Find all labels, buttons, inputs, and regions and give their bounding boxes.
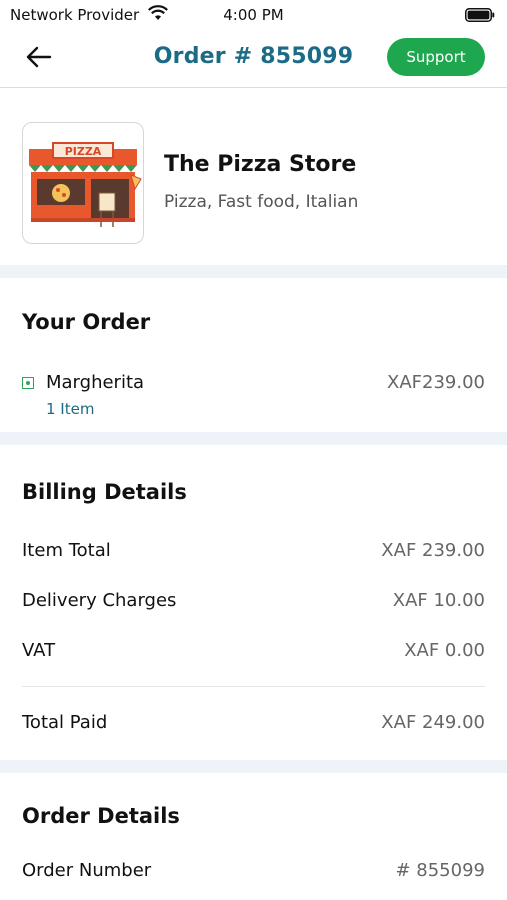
section-divider (0, 265, 507, 278)
bill-value: XAF 0.00 (404, 640, 485, 661)
order-detail-row: Order Number # 855099 (22, 860, 485, 886)
store-card: PIZZA The Pizza Store Pizza, Fast food, … (0, 88, 507, 264)
bill-label: Item Total (22, 540, 111, 561)
support-button[interactable]: Support (387, 38, 485, 76)
bill-row-delivery: Delivery Charges XAF 10.00 (22, 590, 485, 616)
order-number-label: Order Number (22, 860, 152, 881)
bill-row-total: Total Paid XAF 249.00 (22, 712, 485, 738)
battery-icon (465, 8, 495, 26)
bill-value: XAF 239.00 (381, 540, 485, 561)
veg-marker-icon (22, 377, 34, 389)
section-divider (0, 432, 507, 445)
order-item-price: XAF239.00 (387, 372, 485, 393)
billing-separator (22, 686, 485, 687)
order-number-value: # 855099 (395, 860, 485, 881)
total-label: Total Paid (22, 712, 108, 733)
bill-row-vat: VAT XAF 0.00 (22, 640, 485, 666)
bill-value: XAF 10.00 (392, 590, 485, 611)
bill-label: VAT (22, 640, 56, 661)
sign-text: PIZZA (65, 145, 102, 158)
billing-title: Billing Details (22, 480, 187, 504)
order-item-name: Margherita (46, 372, 145, 393)
your-order-title: Your Order (22, 310, 151, 334)
bill-row-item-total: Item Total XAF 239.00 (22, 540, 485, 566)
total-value: XAF 249.00 (381, 712, 485, 733)
app-header: Order # 855099 Support (0, 30, 507, 88)
status-time: 4:00 PM (223, 6, 284, 24)
section-divider (0, 760, 507, 773)
order-details-title: Order Details (22, 804, 180, 828)
store-cuisine: Pizza, Fast food, Italian (164, 192, 359, 212)
order-item-quantity: 1 Item (46, 400, 95, 418)
store-logo: PIZZA (22, 122, 144, 244)
status-bar: Network Provider 4:00 PM (0, 0, 507, 30)
bill-label: Delivery Charges (22, 590, 177, 611)
store-name: The Pizza Store (164, 152, 357, 177)
